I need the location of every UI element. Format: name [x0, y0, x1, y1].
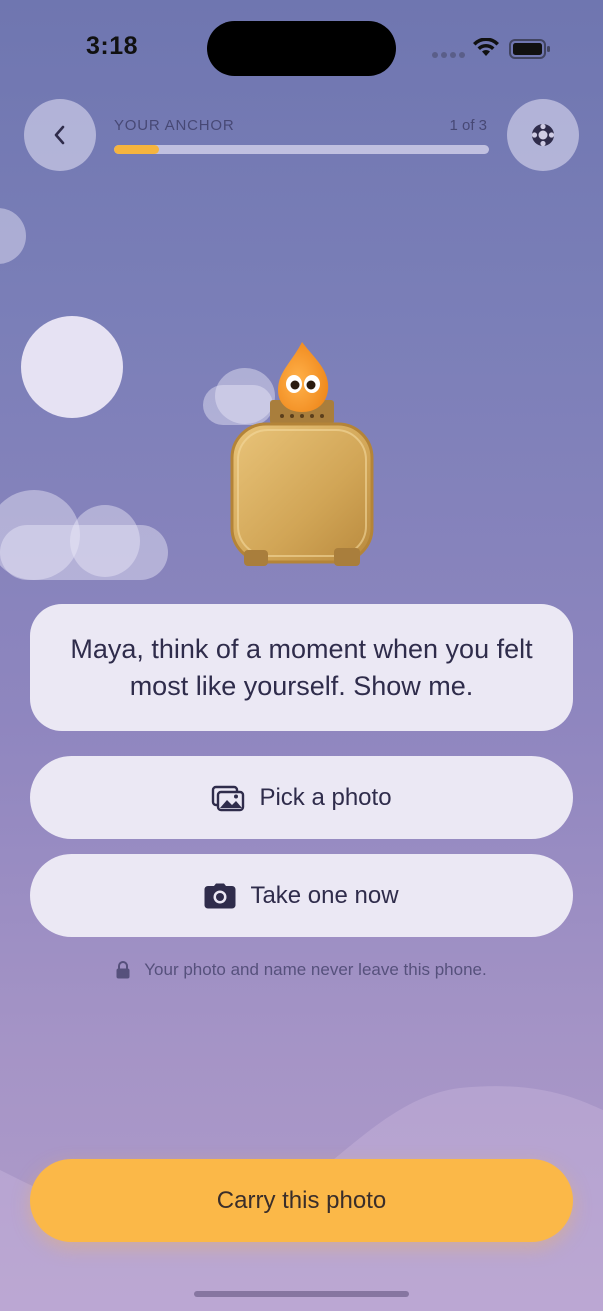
prompt-text: Maya, think of a moment when you felt mo… [70, 633, 533, 701]
moon-decoration [21, 316, 123, 418]
status-bar: 3:18 [0, 0, 603, 100]
chevron-left-icon [54, 125, 65, 145]
dynamic-island [207, 21, 396, 76]
progress-fill [114, 145, 159, 154]
prompt-card: Maya, think of a moment when you felt mo… [30, 604, 573, 731]
lifebuoy-icon [531, 123, 555, 147]
wifi-icon [473, 38, 499, 56]
privacy-note: Your photo and name never leave this pho… [0, 960, 603, 980]
battery-icon [509, 39, 550, 59]
privacy-text: Your photo and name never leave this pho… [144, 960, 487, 979]
cloud-decoration [0, 525, 168, 580]
step-label: YOUR ANCHOR [114, 117, 235, 134]
step-count: 1 of 3 [449, 117, 487, 134]
carry-photo-button[interactable]: Carry this photo [30, 1159, 573, 1242]
photo-gallery-icon [212, 785, 245, 811]
pick-photo-label: Pick a photo [259, 783, 392, 811]
help-button[interactable] [507, 99, 579, 171]
home-indicator[interactable] [194, 1291, 409, 1297]
take-photo-button[interactable]: Take one now [30, 854, 573, 937]
cloud-decoration [0, 208, 26, 264]
lock-icon [116, 961, 130, 979]
mascot-illustration [230, 342, 374, 566]
cellular-signal-icon [432, 52, 465, 58]
status-time: 3:18 [86, 32, 139, 60]
pick-photo-button[interactable]: Pick a photo [30, 756, 573, 839]
camera-icon [204, 883, 236, 908]
progress-bar [114, 145, 489, 154]
take-photo-label: Take one now [250, 881, 399, 909]
carry-photo-label: Carry this photo [216, 1186, 387, 1214]
back-button[interactable] [24, 99, 96, 171]
